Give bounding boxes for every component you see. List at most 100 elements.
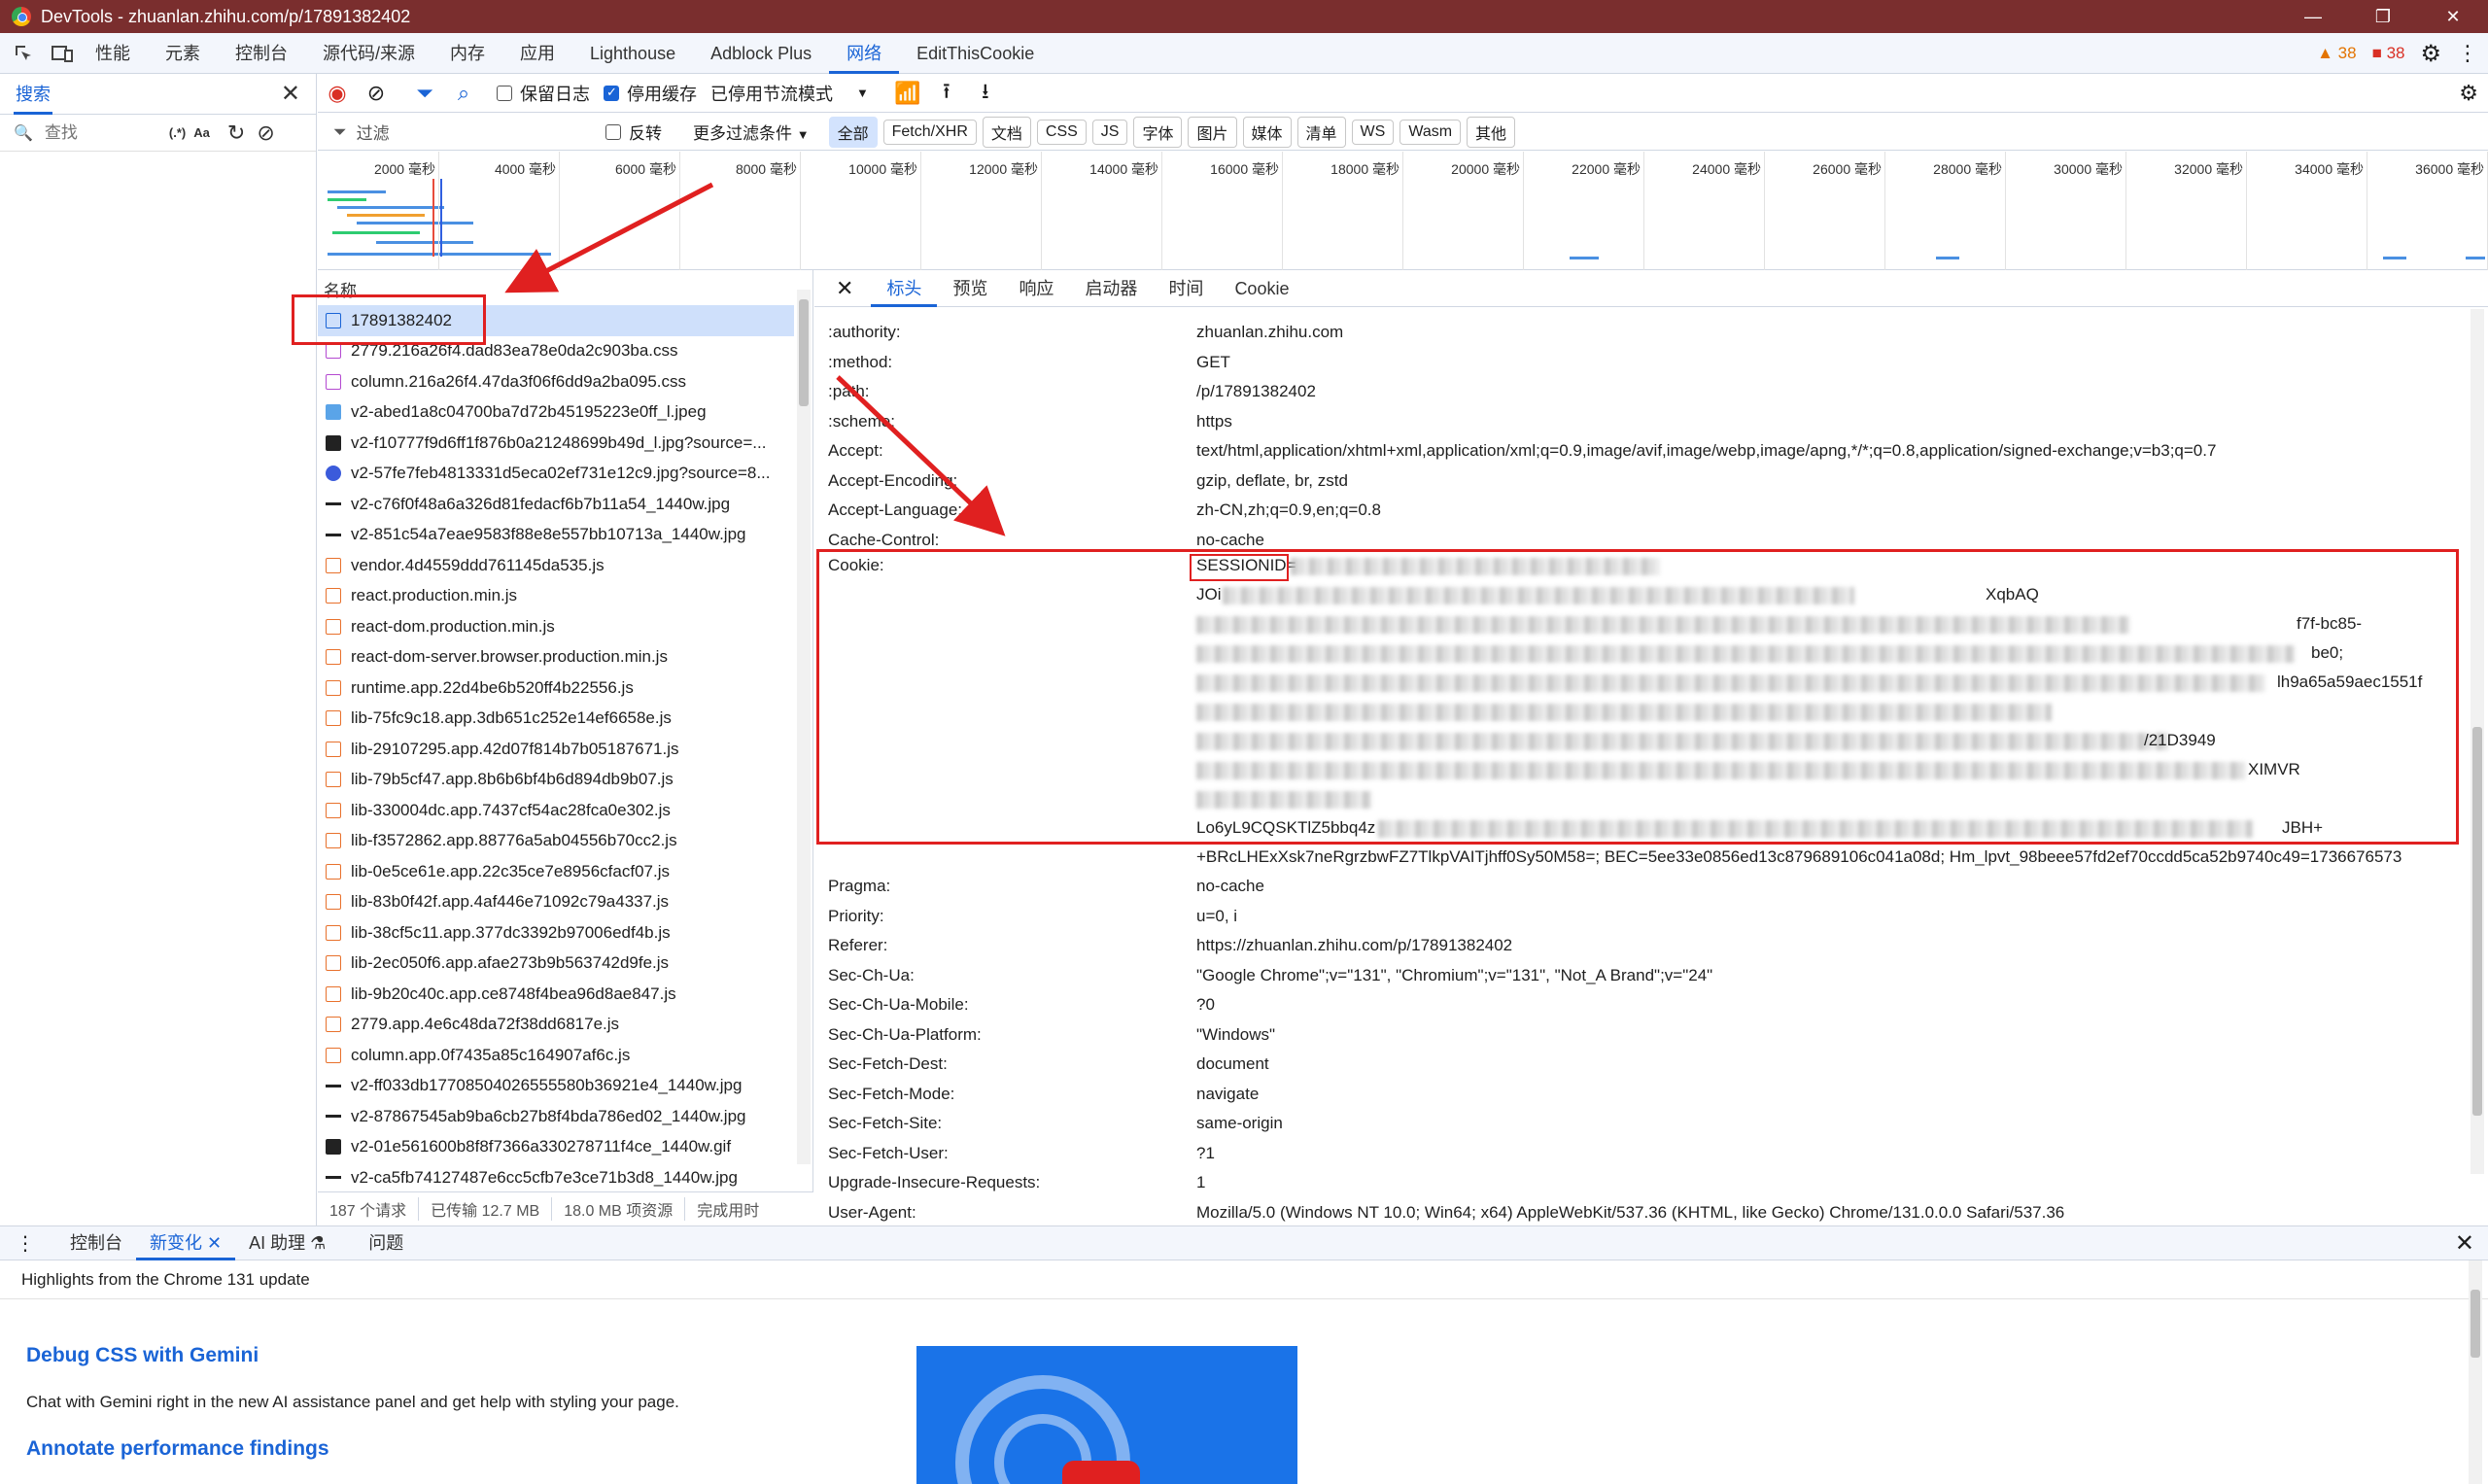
request-row[interactable]: v2-c76f0f48a6a326d81fedacf6b7b11a54_1440… — [318, 489, 794, 520]
tab-performance[interactable]: 性能 — [78, 33, 148, 74]
throttling-dropdown[interactable]: 已停用节流模式 ▼ — [710, 81, 869, 106]
filter-chip-other[interactable]: 其他 — [1467, 116, 1516, 148]
drawer-tab-console[interactable]: 控制台 — [56, 1225, 136, 1260]
tab-cookies[interactable]: Cookie — [1219, 270, 1304, 307]
network-conditions-icon[interactable]: 📶 — [888, 81, 927, 106]
request-row[interactable]: lib-f3572862.app.88776a5ab04556b70cc2.js — [318, 826, 794, 857]
request-row[interactable]: vendor.4d4559ddd761145da535.js — [318, 550, 794, 581]
errors-badge[interactable]: ■ 38 — [2372, 44, 2405, 63]
network-settings-gear-icon[interactable]: ⚙ — [2459, 81, 2478, 106]
tab-timing[interactable]: 时间 — [1153, 270, 1219, 307]
request-row[interactable]: v2-abed1a8c04700ba7d72b45195223e0ff_l.jp… — [318, 397, 794, 429]
maximize-button[interactable]: ❐ — [2348, 0, 2418, 33]
close-window-button[interactable]: ✕ — [2418, 0, 2488, 33]
request-row[interactable]: 2779.app.4e6c48da72f38dd6817e.js — [318, 1010, 794, 1041]
preserve-log-checkbox[interactable]: 保留日志 — [497, 81, 590, 106]
feature-heading-annotate[interactable]: Annotate performance findings — [26, 1437, 329, 1461]
filter-chip-doc[interactable]: 文档 — [982, 116, 1031, 148]
invert-checkbox[interactable]: 反转 — [605, 120, 662, 144]
tab-memory[interactable]: 内存 — [432, 33, 502, 74]
refresh-icon[interactable]: ↻ — [227, 121, 245, 146]
tab-headers[interactable]: 标头 — [871, 270, 938, 307]
request-row[interactable]: lib-75fc9c18.app.3db651c252e14ef6658e.js — [318, 704, 794, 735]
tab-preview[interactable]: 预览 — [937, 270, 1003, 307]
request-row[interactable]: v2-57fe7feb4813331d5eca02ef731e12c9.jpg?… — [318, 459, 794, 490]
settings-gear-icon[interactable]: ⚙ — [2420, 40, 2441, 68]
request-row[interactable]: react-dom-server.browser.production.min.… — [318, 642, 794, 673]
search-tab[interactable]: 搜索 — [14, 74, 52, 115]
request-row[interactable]: column.216a26f4.47da3f06f6dd9a2ba095.css — [318, 366, 794, 397]
tab-sources[interactable]: 源代码/来源 — [305, 33, 432, 74]
tab-elements[interactable]: 元素 — [148, 33, 218, 74]
scrollbar-thumb[interactable] — [2471, 1290, 2480, 1358]
request-row[interactable]: v2-ff033db17708504026555580b36921e4_1440… — [318, 1071, 794, 1102]
request-row[interactable]: v2-ca5fb74127487e6cc5cfb7e3ce71b3d8_1440… — [318, 1162, 794, 1191]
request-row[interactable]: lib-2ec050f6.app.afae273b9b563742d9fe.js — [318, 949, 794, 980]
request-row[interactable]: lib-0e5ce61e.app.22c35ce7e8956cfacf07.js — [318, 856, 794, 887]
request-row[interactable]: v2-851c54a7eae9583f88e8e557bb10713a_1440… — [318, 520, 794, 551]
drawer-menu-icon[interactable]: ⋮ — [16, 1231, 35, 1256]
request-row[interactable]: lib-9b20c40c.app.ce8748f4bea96d8ae847.js — [318, 979, 794, 1010]
tab-editthiscookie[interactable]: EditThisCookie — [899, 33, 1052, 74]
timeline-overview[interactable]: 2000 毫秒 4000 毫秒 6000 毫秒 8000 毫秒 10000 毫秒 1200… — [318, 152, 2488, 270]
drawer-tab-issues[interactable]: 问题 — [355, 1225, 417, 1260]
filter-chip-media[interactable]: 媒体 — [1242, 116, 1292, 148]
request-row[interactable]: lib-79b5cf47.app.8b6b6bf4b6d894db9b07.js — [318, 765, 794, 796]
filter-chip-wasm[interactable]: Wasm — [1400, 119, 1462, 145]
clear-icon[interactable]: ⊘ — [357, 81, 396, 106]
close-details-icon[interactable]: ✕ — [836, 276, 853, 301]
filter-chip-ws[interactable]: WS — [1351, 119, 1395, 145]
request-row[interactable]: react.production.min.js — [318, 581, 794, 612]
regex-toggle[interactable]: (.*) — [169, 125, 186, 140]
drawer-scrollbar[interactable] — [2469, 1260, 2482, 1484]
export-har-icon[interactable]: ⭳ — [966, 75, 1005, 112]
filter-chip-manifest[interactable]: 清单 — [1296, 116, 1346, 148]
filter-input[interactable]: ⏷ 过滤 — [333, 119, 605, 146]
tab-application[interactable]: 应用 — [502, 33, 572, 74]
request-row[interactable]: lib-29107295.app.42d07f814b7b05187671.js — [318, 734, 794, 765]
filter-chip-font[interactable]: 字体 — [1133, 116, 1183, 148]
tab-lighthouse[interactable]: Lighthouse — [572, 33, 693, 74]
request-row[interactable]: v2-87867545ab9ba6cb27b8f4bda786ed02_1440… — [318, 1101, 794, 1132]
tab-initiator[interactable]: 启动器 — [1069, 270, 1153, 307]
filter-chip-all[interactable]: 全部 — [828, 116, 878, 148]
request-row[interactable]: react-dom.production.min.js — [318, 611, 794, 642]
inspect-element-icon[interactable] — [8, 38, 39, 69]
scrollbar-thumb[interactable] — [799, 299, 809, 406]
filter-icon[interactable]: ⏷ — [405, 81, 444, 106]
tab-network[interactable]: 网络 — [829, 33, 900, 74]
request-row[interactable]: lib-38cf5c11.app.377dc3392b97006edf4b.js — [318, 917, 794, 949]
feature-heading-debug-css[interactable]: Debug CSS with Gemini — [26, 1344, 259, 1367]
request-row[interactable]: column.app.0f7435a85c164907af6c.js — [318, 1040, 794, 1071]
promo-video-thumbnail[interactable] — [916, 1346, 1297, 1484]
request-row[interactable]: lib-83b0f42f.app.4af446e71092c79a4337.js — [318, 887, 794, 918]
import-har-icon[interactable]: ⭱ — [927, 75, 966, 112]
minimize-button[interactable]: — — [2278, 0, 2348, 33]
filter-chip-fetch-xhr[interactable]: Fetch/XHR — [882, 119, 977, 145]
request-list-scrollbar[interactable] — [797, 290, 811, 1164]
tab-adblock-plus[interactable]: Adblock Plus — [693, 33, 829, 74]
tab-response[interactable]: 响应 — [1003, 270, 1069, 307]
drawer-tab-ai-assistance[interactable]: AI 助理 ⚗ — [235, 1225, 339, 1260]
request-row[interactable]: v2-01e561600b8f8f7366a330278711f4ce_1440… — [318, 1132, 794, 1163]
filter-chip-js[interactable]: JS — [1091, 119, 1128, 145]
details-scrollbar[interactable] — [2471, 309, 2484, 1174]
close-tab-icon[interactable]: ✕ — [207, 1233, 222, 1253]
request-row[interactable]: v2-f10777f9d6ff1f876b0a21248699b49d_l.jp… — [318, 428, 794, 459]
device-toolbar-icon[interactable] — [47, 38, 78, 69]
disable-cache-checkbox[interactable]: 停用缓存 — [604, 81, 697, 106]
more-filters-dropdown[interactable]: 更多过滤条件 ▼ — [693, 120, 810, 144]
search-network-icon[interactable]: ⌕ — [444, 81, 483, 106]
close-drawer-icon[interactable]: ✕ — [2455, 1229, 2474, 1258]
clear-search-icon[interactable]: ⊘ — [257, 121, 274, 146]
match-case-toggle[interactable]: Aa — [193, 125, 210, 140]
search-input[interactable] — [44, 122, 161, 143]
warnings-badge[interactable]: ▲ 38 — [2317, 44, 2356, 63]
tab-console[interactable]: 控制台 — [218, 33, 305, 74]
request-row[interactable]: runtime.app.22d4be6b520ff4b22556.js — [318, 673, 794, 704]
filter-chip-css[interactable]: CSS — [1036, 119, 1087, 145]
more-options-icon[interactable]: ⋮ — [2457, 41, 2478, 66]
request-row[interactable]: lib-330004dc.app.7437cf54ac28fca0e302.js — [318, 795, 794, 826]
play-video-icon[interactable] — [1062, 1461, 1140, 1484]
filter-chip-img[interactable]: 图片 — [1188, 116, 1237, 148]
